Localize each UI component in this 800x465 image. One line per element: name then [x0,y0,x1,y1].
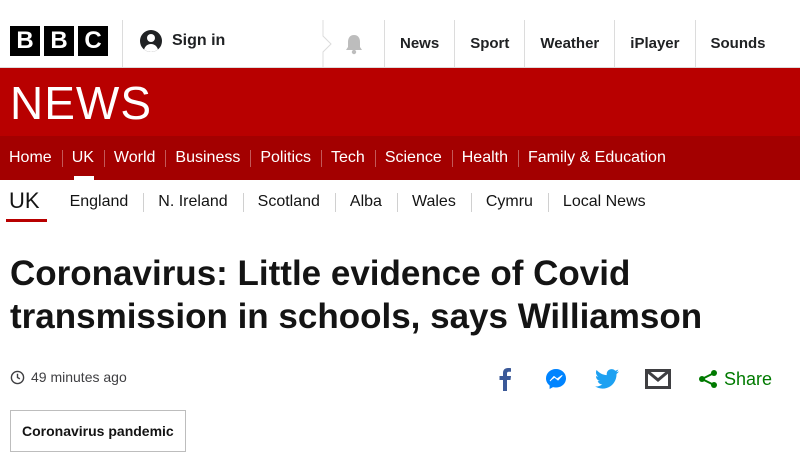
top-nav: News Sport Weather iPlayer Sounds [384,20,781,68]
section-nav-world[interactable]: World [103,136,166,180]
sub-nav-n-ireland[interactable]: N. Ireland [143,180,242,224]
masthead: B B C Sign in News Sport Weather iPlayer… [0,0,800,68]
top-nav-sport[interactable]: Sport [454,20,524,68]
news-banner: NEWS [0,68,800,136]
chevron-divider-icon [322,20,332,68]
news-logo[interactable]: NEWS [10,80,152,126]
section-nav-science[interactable]: Science [374,136,452,180]
twitter-share-button[interactable] [594,366,620,392]
top-nav-news[interactable]: News [384,20,454,68]
email-share-button[interactable] [644,366,671,392]
bbc-logo-block: B [44,26,74,56]
article-headline: Coronavirus: Little evidence of Covid tr… [10,254,703,336]
facebook-icon [499,368,511,391]
sub-nav-current-section[interactable]: UK [0,180,49,224]
sub-nav: UK England N. Ireland Scotland Alba Wale… [0,180,800,224]
section-nav-business[interactable]: Business [165,136,250,180]
facebook-share-button[interactable] [492,366,518,392]
sub-nav-england[interactable]: England [55,180,144,224]
section-nav-tech[interactable]: Tech [321,136,375,180]
section-nav: Home UK World Business Politics Tech Sci… [0,136,800,180]
sub-nav-wales[interactable]: Wales [396,180,471,224]
messenger-share-button[interactable] [543,366,569,392]
section-nav-home[interactable]: Home [0,136,62,180]
share-label: Share [723,368,772,389]
sign-in-button[interactable]: Sign in [140,30,225,52]
notifications-bell-icon[interactable] [343,33,365,55]
messenger-icon [545,369,566,389]
section-nav-uk[interactable]: UK [61,136,104,180]
section-nav-health[interactable]: Health [451,136,518,180]
twitter-icon [594,369,619,389]
email-icon [644,369,671,389]
timestamp-text: 49 minutes ago [31,369,127,385]
top-nav-weather[interactable]: Weather [524,20,614,68]
top-nav-sounds[interactable]: Sounds [694,20,781,68]
clock-icon [10,370,25,384]
bbc-logo-block: C [78,26,108,56]
top-nav-iplayer[interactable]: iPlayer [614,20,694,68]
sub-nav-cymru[interactable]: Cymru [470,180,548,224]
section-nav-politics[interactable]: Politics [250,136,321,180]
masthead-divider [122,20,123,68]
topic-tag[interactable]: Coronavirus pandemic [10,410,186,452]
bbc-logo[interactable]: B B C [10,26,108,56]
sub-nav-alba[interactable]: Alba [334,180,397,224]
sub-nav-scotland[interactable]: Scotland [242,180,335,224]
sign-in-label: Sign in [172,32,226,49]
sub-nav-local-news[interactable]: Local News [547,180,661,224]
account-icon [140,30,162,52]
share-icon [698,370,717,388]
share-tools: Share [467,366,772,392]
share-button[interactable]: Share [698,369,772,390]
bbc-logo-block: B [10,26,40,56]
section-nav-family-education[interactable]: Family & Education [518,136,676,180]
article-timestamp: 49 minutes ago [10,369,127,385]
